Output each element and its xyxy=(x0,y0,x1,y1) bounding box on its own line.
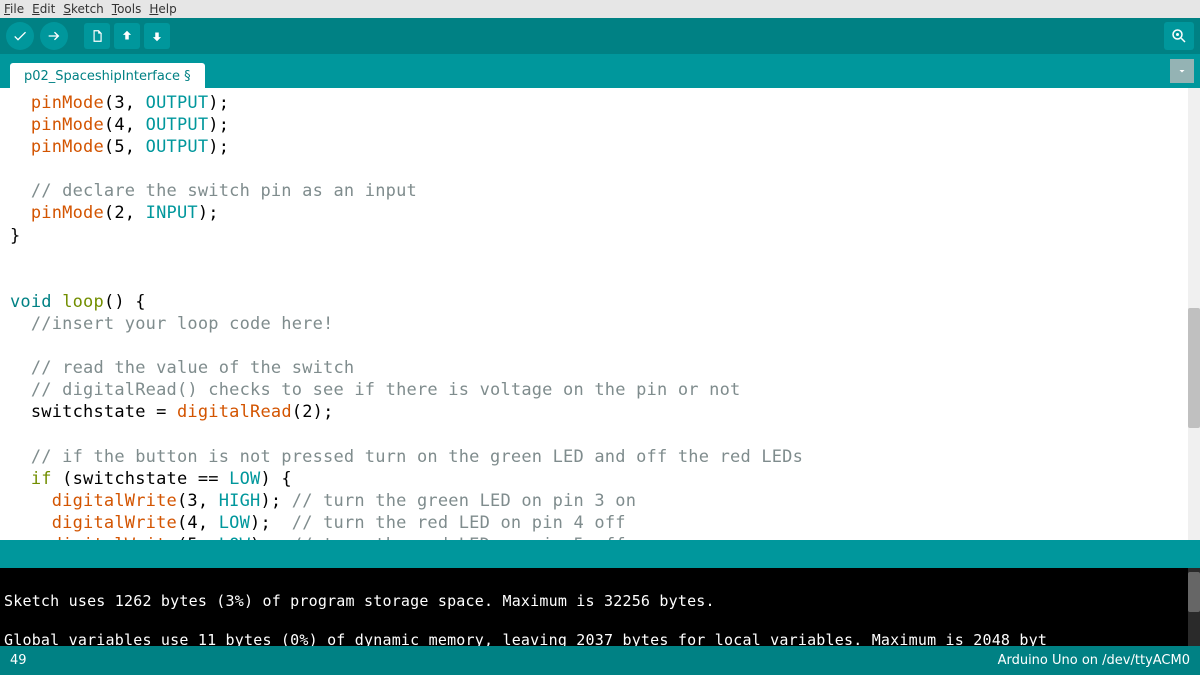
file-icon xyxy=(90,28,104,44)
toolbar xyxy=(0,18,1200,54)
message-bar xyxy=(0,540,1200,568)
serial-monitor-button[interactable] xyxy=(1164,22,1194,50)
magnifier-icon xyxy=(1170,27,1188,45)
console-line-1: Sketch uses 1262 bytes (3%) of program s… xyxy=(4,592,715,610)
code-editor[interactable]: pinMode(3, OUTPUT); pinMode(4, OUTPUT); … xyxy=(0,88,1200,540)
tab-menu-button[interactable] xyxy=(1170,59,1194,83)
save-sketch-button[interactable] xyxy=(144,23,170,49)
status-board-port: Arduino Uno on /dev/ttyACM0 xyxy=(998,653,1190,668)
console-scrollbar-thumb[interactable] xyxy=(1188,572,1200,612)
menu-edit[interactable]: Edit xyxy=(32,2,55,16)
console-line-2: Global variables use 11 bytes (0%) of dy… xyxy=(4,631,1047,647)
arrow-up-icon xyxy=(120,28,134,44)
menu-bar: File Edit Sketch Tools Help xyxy=(0,0,1200,18)
arrow-right-icon xyxy=(46,28,62,44)
status-line-number: 49 xyxy=(10,653,27,668)
editor-scrollbar[interactable] xyxy=(1188,88,1200,540)
tab-sketch[interactable]: p02_SpaceshipInterface § xyxy=(10,63,205,88)
upload-button[interactable] xyxy=(40,22,68,50)
new-sketch-button[interactable] xyxy=(84,23,110,49)
chevron-down-icon xyxy=(1176,65,1188,77)
open-sketch-button[interactable] xyxy=(114,23,140,49)
check-icon xyxy=(12,28,28,44)
arrow-down-icon xyxy=(150,28,164,44)
menu-tools[interactable]: Tools xyxy=(112,2,142,16)
status-bar: 49 Arduino Uno on /dev/ttyACM0 xyxy=(0,646,1200,675)
tab-bar: p02_SpaceshipInterface § xyxy=(0,54,1200,88)
console-scrollbar[interactable] xyxy=(1188,568,1200,646)
menu-file[interactable]: File xyxy=(4,2,24,16)
output-console[interactable]: Sketch uses 1262 bytes (3%) of program s… xyxy=(0,568,1200,646)
verify-button[interactable] xyxy=(6,22,34,50)
code-text[interactable]: pinMode(3, OUTPUT); pinMode(4, OUTPUT); … xyxy=(0,88,1200,540)
menu-help[interactable]: Help xyxy=(149,2,176,16)
scrollbar-thumb[interactable] xyxy=(1188,308,1200,428)
menu-sketch[interactable]: Sketch xyxy=(63,2,103,16)
